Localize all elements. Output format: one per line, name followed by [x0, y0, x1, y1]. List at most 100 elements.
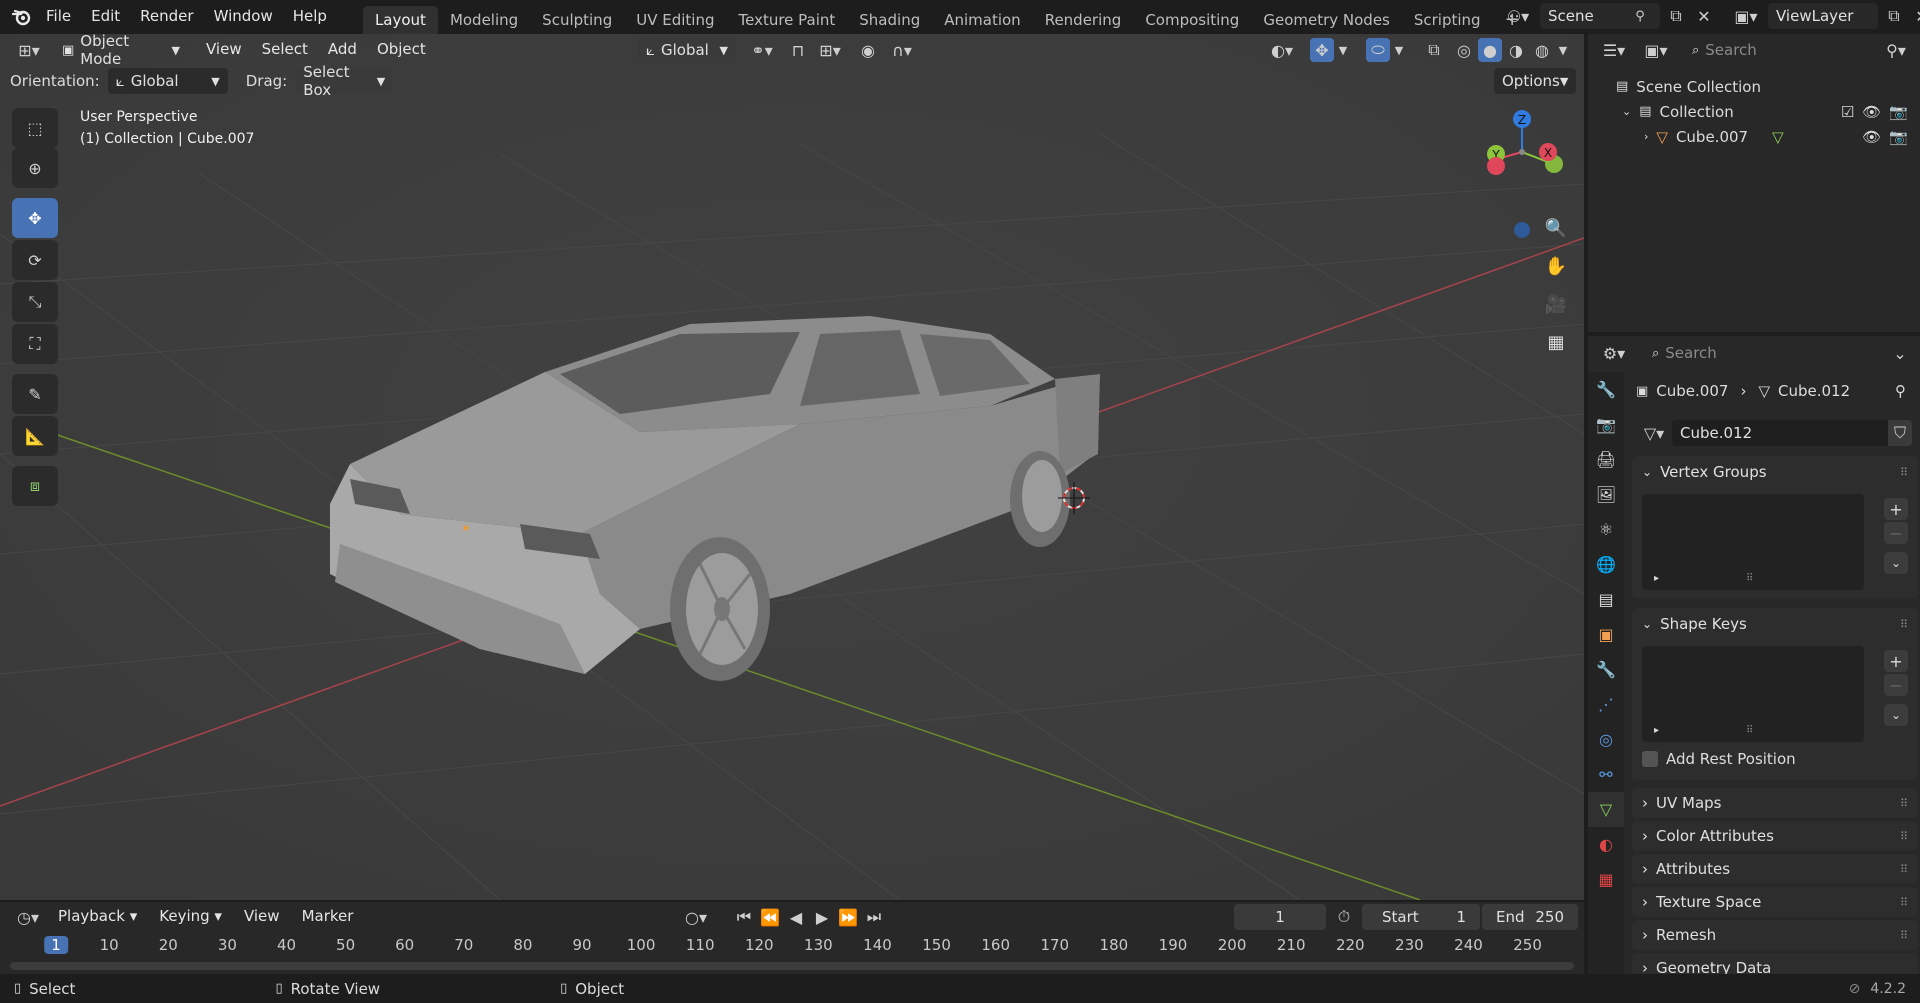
delete-viewlayer-icon[interactable]: ✕: [1910, 4, 1920, 28]
drag-handle-icon[interactable]: ⠿: [1900, 618, 1908, 631]
shape-keys-list[interactable]: ▸ ⠿: [1642, 646, 1864, 742]
drag-handle-icon[interactable]: ⠿: [1900, 830, 1908, 843]
material-tab-icon[interactable]: ◐: [1588, 827, 1624, 862]
rotate-tool[interactable]: ⟳: [12, 240, 58, 280]
scene-selector-icon[interactable]: ⚇▾: [1500, 4, 1536, 28]
collection-row[interactable]: ⌄ ▤ Collection ☑ 👁 📷: [1588, 99, 1920, 124]
tool-tab-icon[interactable]: 🔧: [1588, 372, 1624, 407]
add-cube-tool[interactable]: ⧈: [12, 466, 58, 506]
cursor-tool[interactable]: ⊕: [12, 148, 58, 188]
tab-shading[interactable]: Shading: [847, 6, 932, 34]
falloff-icon[interactable]: ∩▾: [884, 38, 920, 62]
xray-toggle-icon[interactable]: ⧉: [1422, 38, 1446, 62]
drag-handle-icon[interactable]: ⠿: [1900, 797, 1908, 810]
tab-texture-paint[interactable]: Texture Paint: [726, 6, 847, 34]
menu-window[interactable]: Window: [204, 0, 283, 34]
annotate-tool[interactable]: ✎: [12, 374, 58, 414]
drag-selector[interactable]: Select Box ▼: [295, 63, 394, 99]
shading-dropdown-icon[interactable]: ▼: [1556, 38, 1570, 62]
drag-handle-icon[interactable]: ⠿: [1900, 863, 1908, 876]
uv-maps-panel[interactable]: › UV Maps ⠿: [1632, 788, 1918, 818]
world-tab-icon[interactable]: 🌐: [1588, 547, 1624, 582]
mesh-browse-icon[interactable]: ▽▾: [1636, 421, 1672, 445]
color-attributes-panel[interactable]: › Color Attributes ⠿: [1632, 821, 1918, 851]
camera-icon[interactable]: 📷: [1889, 103, 1908, 121]
tab-modeling[interactable]: Modeling: [438, 6, 530, 34]
vertex-groups-header[interactable]: ⌄ Vertex Groups ⠿: [1632, 456, 1918, 488]
mesh-name-field[interactable]: Cube.012: [1672, 420, 1888, 446]
proportional-edit-icon[interactable]: ◉: [856, 38, 880, 62]
view-layer-tab-icon[interactable]: 🖼: [1588, 477, 1624, 512]
collection-tab-icon[interactable]: ▤: [1588, 582, 1624, 617]
overlays-dropdown-icon[interactable]: ▼: [1392, 38, 1406, 62]
mesh-data-icon[interactable]: ▽: [1772, 128, 1784, 146]
outliner-editor-icon[interactable]: ☰▾: [1596, 38, 1632, 62]
data-tab-icon[interactable]: ▽: [1588, 792, 1624, 827]
transform-orientation-selector[interactable]: ⟀ Global ▼: [638, 37, 736, 63]
remove-shape-key-button[interactable]: −: [1884, 674, 1908, 696]
remesh-panel[interactable]: › Remesh ⠿: [1632, 920, 1918, 950]
menu-edit[interactable]: Edit: [81, 0, 130, 34]
new-viewlayer-icon[interactable]: ⧉: [1882, 4, 1906, 28]
menu-file[interactable]: File: [36, 0, 81, 34]
timeline-scrollbar[interactable]: [10, 962, 1574, 970]
snap-icon[interactable]: ⊓: [786, 38, 810, 62]
camera-icon[interactable]: 📷: [1889, 128, 1908, 146]
scale-tool[interactable]: ⤡: [12, 282, 58, 322]
tab-scripting[interactable]: Scripting: [1402, 6, 1493, 34]
snap-target-icon[interactable]: ⊞▾: [812, 38, 848, 62]
chevron-right-icon[interactable]: ›: [1644, 130, 1648, 143]
drag-handle-icon[interactable]: ⠿: [1900, 466, 1908, 479]
tab-rendering[interactable]: Rendering: [1033, 6, 1134, 34]
camera-view-icon[interactable]: 🎥: [1540, 288, 1572, 320]
tab-compositing[interactable]: Compositing: [1133, 6, 1251, 34]
tab-animation[interactable]: Animation: [932, 6, 1032, 34]
menu-render[interactable]: Render: [130, 0, 203, 34]
chevron-down-icon[interactable]: ⌄: [1622, 105, 1631, 118]
eye-icon[interactable]: 👁: [1862, 128, 1881, 146]
properties-search[interactable]: ⌕ Search: [1644, 340, 1790, 366]
drag-handle-icon[interactable]: ⠿: [1900, 896, 1908, 909]
geometry-data-panel[interactable]: › Geometry Data: [1632, 953, 1918, 974]
fake-user-shield-icon[interactable]: ⛉: [1888, 420, 1912, 446]
tab-sculpting[interactable]: Sculpting: [530, 6, 624, 34]
pivot-point-icon[interactable]: ⚭▾: [744, 38, 780, 62]
viewlayer-field[interactable]: ViewLayer: [1768, 3, 1878, 29]
shape-keys-header[interactable]: ⌄ Shape Keys ⠿: [1632, 608, 1918, 640]
editor-type-icon[interactable]: ⊞▾: [10, 38, 48, 62]
menu-help[interactable]: Help: [283, 0, 337, 34]
shading-rendered-icon[interactable]: ◍: [1530, 38, 1554, 62]
delete-scene-icon[interactable]: ✕: [1692, 4, 1716, 28]
new-scene-icon[interactable]: ⧉: [1664, 4, 1688, 28]
mode-selector[interactable]: ▣ Object Mode ▼: [54, 34, 188, 68]
gizmo-toggle-icon[interactable]: ✥: [1310, 38, 1334, 62]
drag-handle-icon[interactable]: ⠿: [1900, 929, 1908, 942]
checkbox-icon[interactable]: ☑: [1841, 103, 1854, 121]
viewport-menu-object[interactable]: Object: [367, 34, 436, 67]
overlays-toggle-icon[interactable]: ⬭: [1366, 38, 1390, 62]
expand-filter-icon[interactable]: ▸: [1654, 573, 1659, 584]
resize-handle-icon[interactable]: ⠿: [1746, 725, 1753, 736]
tab-layout[interactable]: Layout: [362, 6, 438, 34]
measure-tool[interactable]: 📐: [12, 416, 58, 456]
add-shape-key-button[interactable]: +: [1884, 650, 1908, 672]
shading-wireframe-icon[interactable]: ◎: [1452, 38, 1476, 62]
tab-uv-editing[interactable]: UV Editing: [624, 6, 726, 34]
physics-tab-icon[interactable]: ◎: [1588, 722, 1624, 757]
orientation-selector[interactable]: ⟀ Global ▼: [107, 68, 228, 94]
add-rest-position-row[interactable]: Add Rest Position: [1642, 750, 1796, 768]
output-tab-icon[interactable]: 🖨: [1588, 442, 1624, 477]
pin-icon[interactable]: ⚲: [1628, 4, 1652, 28]
vertex-group-specials-button[interactable]: ⌄: [1884, 552, 1908, 574]
viewport-menu-view[interactable]: View: [196, 34, 252, 67]
particles-tab-icon[interactable]: ⋰: [1588, 687, 1624, 722]
object-tab-icon[interactable]: ▣: [1588, 617, 1624, 652]
options-button[interactable]: Options ▼: [1494, 68, 1576, 94]
blender-logo-icon[interactable]: [8, 5, 36, 29]
display-mode-icon[interactable]: ▣▾: [1638, 38, 1674, 62]
pin-icon[interactable]: ⚲: [1895, 382, 1906, 400]
expand-filter-icon[interactable]: ▸: [1654, 725, 1659, 736]
zoom-icon[interactable]: 🔍: [1540, 212, 1572, 244]
object-row[interactable]: › ▽ Cube.007 ▽ 👁 📷: [1588, 124, 1920, 149]
shading-solid-icon[interactable]: ●: [1478, 38, 1502, 62]
